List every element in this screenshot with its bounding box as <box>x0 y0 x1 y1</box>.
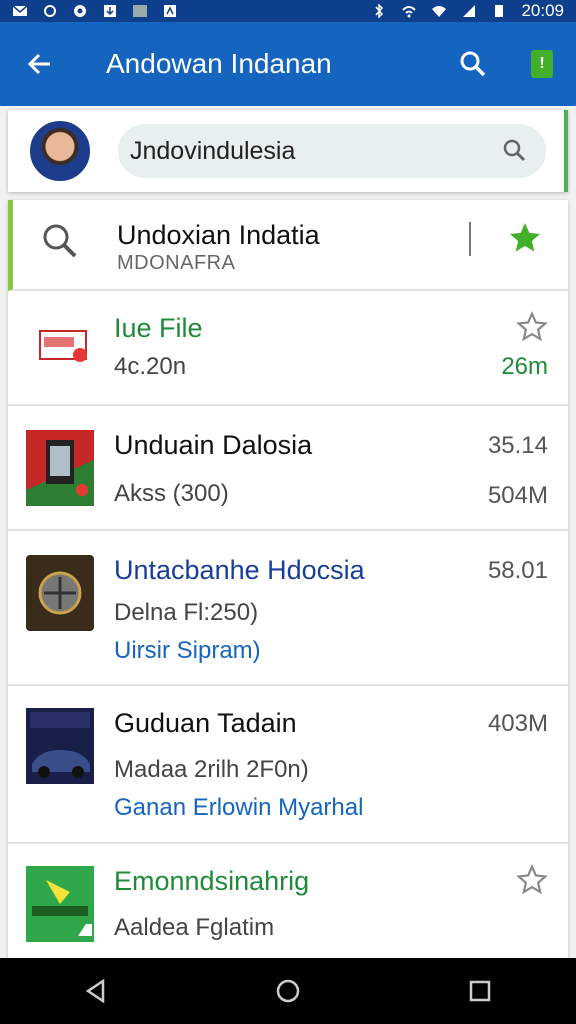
list-item[interactable]: Iue File 4c.20n 26m <box>8 291 568 406</box>
battery-button[interactable]: ! <box>508 22 576 106</box>
status-bar: 20:09 <box>0 0 576 22</box>
list-item-version: 58.01 <box>487 557 548 584</box>
sync-icon <box>44 5 56 17</box>
arrow-back-icon <box>27 53 50 75</box>
list-item-title: Guduan Tadain <box>114 708 297 738</box>
system-icons: 20:09 <box>371 1 564 21</box>
app-thumbnail-icon <box>26 430 94 506</box>
avatar[interactable] <box>30 121 90 181</box>
list-item-subtitle: Delna Fl:250) <box>114 599 259 626</box>
list-item-title: Emonndsinahrig <box>114 866 310 896</box>
triangle-back-icon <box>85 978 105 1004</box>
divider <box>469 222 471 256</box>
list-item[interactable]: Undoxian Indatia MDONAFRA <box>8 200 568 291</box>
record-icon <box>74 5 86 17</box>
app-bar: Andowan Indanan ! <box>0 22 576 106</box>
list-item[interactable]: Untacbanhe Hdocsia Delna Fl:250) Uirsir … <box>8 531 568 686</box>
list-item-size: 403M <box>487 710 548 737</box>
search-button[interactable] <box>438 22 508 106</box>
list-item-title: Untacbanhe Hdocsia <box>114 555 365 585</box>
file-icon <box>39 330 87 362</box>
list-item-title: Unduain Dalosia <box>114 430 313 460</box>
star-filled-icon[interactable] <box>507 220 543 256</box>
nav-back-button[interactable] <box>66 966 126 1016</box>
back-button[interactable] <box>0 22 80 106</box>
list-item[interactable]: Unduain Dalosia Akss (300) 35.14 504M <box>8 406 568 531</box>
system-nav-bar <box>0 958 576 1024</box>
list-item-size: 26m <box>501 353 548 380</box>
app-thumbnail-icon <box>26 866 94 942</box>
mail-icon <box>12 5 28 16</box>
list-item-link[interactable]: Ganan Erlowin Myarhal <box>114 794 363 822</box>
list-item-subtitle: Madaa 2rilh 2F0n) <box>114 756 309 783</box>
app-thumbnail-icon <box>26 708 94 784</box>
profile-card: Jndovindulesia <box>8 110 568 192</box>
list-item-size: 504M <box>487 482 548 509</box>
list-item-link[interactable]: Uirsir Sipram) <box>114 637 261 665</box>
list-item[interactable]: Guduan Tadain Madaa 2rilh 2F0n) Ganan Er… <box>8 686 568 844</box>
bluetooth-icon <box>375 4 384 18</box>
square-recents-icon <box>469 980 491 1002</box>
download-icon <box>104 5 116 17</box>
app-icon <box>164 5 176 17</box>
signal-alt-icon <box>402 6 417 18</box>
nav-recents-button[interactable] <box>450 966 510 1016</box>
list-item[interactable]: Emonndsinahrig Aaldea Fglatim <box>8 844 568 960</box>
star-outline-icon[interactable] <box>516 864 548 896</box>
app-title: Andowan Indanan <box>106 48 332 79</box>
battery-status-icon <box>495 5 504 17</box>
list-item-version: 35.14 <box>487 432 548 459</box>
results-list: Undoxian Indatia MDONAFRA Iue File 4c.20… <box>8 200 568 960</box>
status-time: 20:09 <box>521 1 564 20</box>
cell-signal-icon <box>463 5 476 17</box>
list-item-subtitle: Akss (300) <box>114 480 229 507</box>
nav-home-button[interactable] <box>258 966 318 1016</box>
search-icon <box>503 139 526 162</box>
star-outline-icon[interactable] <box>516 311 548 343</box>
wifi-icon <box>432 6 447 17</box>
app-thumbnail-icon <box>26 555 94 631</box>
battery-icon: ! <box>531 50 553 78</box>
list-item-subtitle: 4c.20n <box>114 353 187 380</box>
list-item-title: Undoxian Indatia <box>117 220 320 250</box>
list-item-subtitle: MDONAFRA <box>117 252 236 274</box>
circle-home-icon <box>276 979 300 1003</box>
image-icon <box>133 5 147 17</box>
list-item-subtitle: Aaldea Fglatim <box>114 914 275 941</box>
search-input-value: Jndovindulesia <box>130 136 296 165</box>
list-item-title: Iue File <box>114 313 203 343</box>
search-input[interactable]: Jndovindulesia <box>118 124 546 178</box>
search-icon <box>43 224 77 258</box>
notification-icons <box>12 4 178 18</box>
search-icon <box>460 51 486 77</box>
